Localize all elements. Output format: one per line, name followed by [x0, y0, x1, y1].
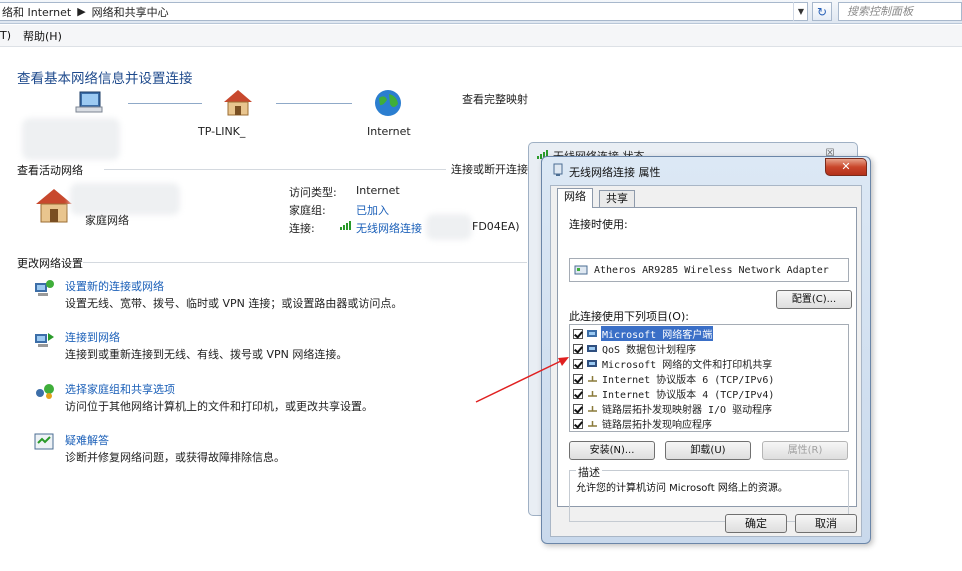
description-text: 允许您的计算机访问 Microsoft 网络上的资源。	[576, 483, 788, 494]
router-name: TP-LINK_	[198, 125, 246, 138]
items-label: 此连接使用下列项目(O):	[569, 310, 689, 323]
refresh-icon[interactable]: ↻	[812, 2, 832, 21]
address-bar: 络和 Internet ▶ 网络和共享中心 ▼ ↻ 搜索控制面板	[0, 0, 962, 24]
wireless-connection-link[interactable]: 无线网络连接	[356, 220, 422, 236]
connect-disconnect-link[interactable]: 连接或断开连接	[451, 161, 528, 177]
network-service-icon	[587, 359, 597, 367]
active-networks-title: 查看活动网络	[17, 164, 83, 177]
tab-sharing[interactable]: 共享	[599, 190, 635, 208]
list-item-lltd-responder[interactable]: 链路层拓扑发现响应程序	[573, 416, 847, 431]
connection-ssid-suffix[interactable]: FD04EA)	[472, 220, 520, 233]
house-icon	[224, 90, 252, 116]
tab-network[interactable]: 网络	[557, 188, 593, 208]
checkbox[interactable]	[573, 358, 583, 369]
description-label: 描述	[576, 464, 602, 480]
divider	[83, 262, 527, 263]
checkbox[interactable]	[573, 373, 583, 384]
install-button[interactable]: 安装(N)...	[569, 441, 655, 460]
homegroup-value-link[interactable]: 已加入	[356, 202, 389, 218]
breadcrumb-item-network-internet[interactable]: 络和 Internet	[2, 4, 71, 20]
cancel-button[interactable]: 取消	[795, 514, 857, 533]
task-description: 连接到或重新连接到无线、有线、拨号或 VPN 网络连接。	[65, 348, 348, 361]
breadcrumb-item-network-sharing-center[interactable]: 网络和共享中心	[92, 4, 169, 20]
chevron-down-icon[interactable]: ▼	[793, 2, 808, 21]
map-link-line	[128, 103, 202, 104]
checkbox[interactable]	[573, 328, 583, 339]
configure-button[interactable]: 配置(C)...	[776, 290, 852, 309]
access-type-value: Internet	[356, 184, 400, 197]
list-item-lltd-mapper[interactable]: 链路层拓扑发现映射器 I/O 驱动程序	[573, 401, 847, 416]
house-icon[interactable]	[34, 186, 74, 226]
troubleshoot-icon	[34, 433, 54, 450]
map-link-line	[276, 103, 352, 104]
checkbox[interactable]	[573, 418, 583, 429]
homegroup-icon	[36, 384, 54, 399]
protocol-icon	[588, 420, 597, 427]
redacted-blur	[426, 214, 472, 240]
tab-panel-network: 连接时使用: Atheros AR9285 Wireless Network A…	[557, 207, 857, 522]
task-description: 访问位于其他网络计算机上的文件和打印机，或更改共享设置。	[65, 400, 373, 413]
wifi-signal-icon	[340, 221, 351, 230]
list-item-ms-client[interactable]: Microsoft 网络客户端	[573, 326, 847, 341]
checkbox[interactable]	[573, 388, 583, 399]
globe-icon	[375, 90, 401, 116]
menu-item-help[interactable]: 帮助(H)	[23, 28, 62, 44]
wireless-properties-dialog: 无线网络连接 属性 ✕ 网络 共享 连接时使用: Atheros AR9285 …	[541, 156, 871, 544]
network-adapter-icon	[553, 163, 563, 176]
ok-button[interactable]: 确定	[725, 514, 787, 533]
close-button[interactable]: ✕	[825, 158, 867, 176]
task-description: 设置无线、宽带、拨号、临时或 VPN 连接；或设置路由器或访问点。	[65, 297, 403, 310]
uninstall-button[interactable]: 卸载(U)	[665, 441, 751, 460]
adapter-field: Atheros AR9285 Wireless Network Adapter	[569, 258, 849, 282]
connect-network-icon	[35, 333, 54, 347]
network-setup-icon	[35, 280, 54, 296]
redacted-blur	[70, 183, 180, 215]
connection-label: 连接:	[289, 222, 315, 235]
redacted-blur	[22, 118, 120, 160]
menu-item-tools[interactable]: T)	[0, 29, 11, 42]
internet-label: Internet	[367, 125, 411, 138]
divider	[104, 169, 446, 170]
list-item-ipv6[interactable]: Internet 协议版本 6 (TCP/IPv6)	[573, 371, 847, 386]
connection-items-list: Microsoft 网络客户端 QoS 数据包计划程序 Microsoft 网络…	[569, 324, 849, 432]
protocol-icon	[588, 390, 597, 397]
properties-button[interactable]: 属性(R)	[762, 441, 848, 460]
dialog-title: 无线网络连接 属性	[569, 166, 661, 179]
network-type-link[interactable]: 家庭网络	[85, 212, 129, 228]
protocol-icon	[588, 405, 597, 412]
connect-using-label: 连接时使用:	[569, 218, 628, 231]
computer-icon	[75, 91, 103, 113]
list-item-qos[interactable]: QoS 数据包计划程序	[573, 341, 847, 356]
list-item-file-printer-sharing[interactable]: Microsoft 网络的文件和打印机共享	[573, 356, 847, 371]
network-service-icon	[587, 344, 597, 352]
dialog-body: 网络 共享 连接时使用: Atheros AR9285 Wireless Net…	[550, 185, 862, 537]
task-description: 诊断并修复网络问题，或获得故障排除信息。	[65, 451, 285, 464]
network-card-icon	[574, 265, 588, 275]
list-item-ipv4[interactable]: Internet 协议版本 4 (TCP/IPv4)	[573, 386, 847, 401]
menu-bar: T) 帮助(H)	[0, 25, 962, 47]
protocol-icon	[588, 375, 597, 382]
search-input[interactable]: 搜索控制面板	[838, 2, 962, 21]
connect-to-network-link[interactable]: 连接到网络	[65, 329, 120, 345]
view-full-map-link[interactable]: 查看完整映射	[462, 91, 528, 107]
checkbox[interactable]	[573, 343, 583, 354]
homegroup-label: 家庭组:	[289, 204, 326, 217]
homegroup-sharing-options-link[interactable]: 选择家庭组和共享选项	[65, 381, 175, 397]
setup-new-connection-link[interactable]: 设置新的连接或网络	[65, 278, 164, 294]
adapter-name: Atheros AR9285 Wireless Network Adapter	[594, 264, 829, 276]
breadcrumb-separator-icon: ▶	[77, 5, 86, 18]
access-type-label: 访问类型:	[289, 186, 337, 199]
network-client-icon	[587, 329, 597, 337]
breadcrumb[interactable]: 络和 Internet ▶ 网络和共享中心	[0, 2, 808, 21]
checkbox[interactable]	[573, 403, 583, 414]
troubleshoot-link[interactable]: 疑难解答	[65, 432, 109, 448]
page-title: 查看基本网络信息并设置连接	[17, 71, 193, 87]
change-settings-title: 更改网络设置	[17, 257, 83, 270]
